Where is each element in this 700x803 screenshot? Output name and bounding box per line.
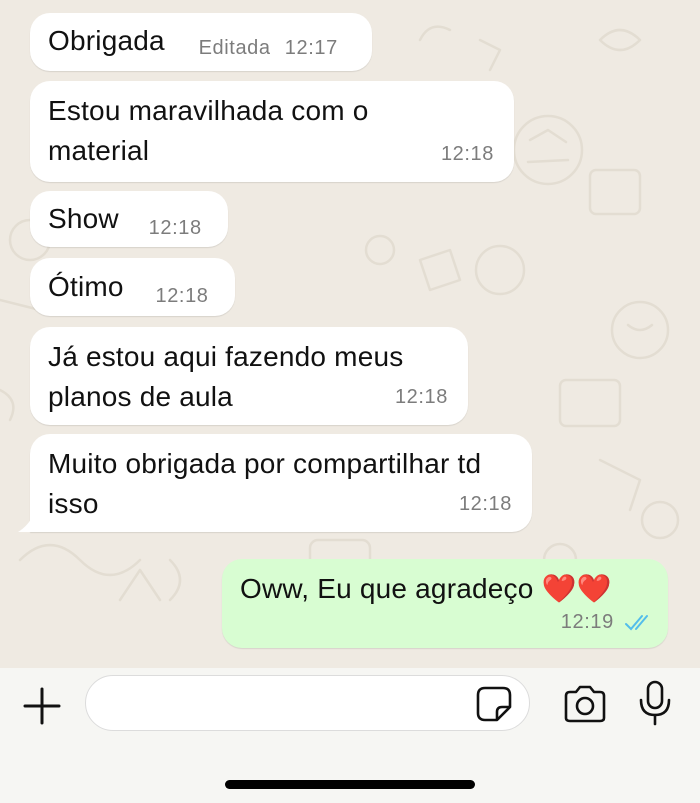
home-indicator <box>225 780 475 789</box>
incoming-message[interactable]: Já estou aqui fazendo meus planos de aul… <box>30 327 468 425</box>
message-time: 12:18 <box>458 493 512 515</box>
incoming-message[interactable]: Obrigada Editada 12:17 <box>30 13 372 71</box>
message-time: 12:18 <box>440 143 494 165</box>
message-text: Estou maravilhada com o material <box>48 95 369 166</box>
message-meta: Editada 12:17 <box>199 28 338 68</box>
bubble-tail <box>18 514 34 532</box>
camera-icon[interactable] <box>562 684 608 724</box>
incoming-message[interactable]: Ótimo 12:18 <box>30 258 235 316</box>
incoming-message[interactable]: Estou maravilhada com o material 12:18 <box>30 81 514 182</box>
message-text: Muito obrigada por compartilhar td isso <box>48 448 482 519</box>
edited-label: Editada <box>198 37 271 59</box>
message-time: 12:18 <box>394 386 448 408</box>
incoming-message[interactable]: Show 12:18 <box>30 191 228 247</box>
sticker-icon[interactable] <box>475 685 513 723</box>
message-time: 12:19 <box>560 611 614 633</box>
plus-icon[interactable] <box>22 686 62 726</box>
incoming-message[interactable]: Muito obrigada por compartilhar td isso … <box>30 434 532 532</box>
message-text: Obrigada <box>48 25 165 56</box>
message-meta: 12:19 <box>561 602 654 642</box>
message-input[interactable] <box>85 675 530 731</box>
message-text: Oww, Eu que agradeço ❤️❤️ <box>240 573 612 604</box>
message-text: Show <box>48 203 119 234</box>
message-time: 12:17 <box>284 37 338 59</box>
read-ticks-icon <box>625 614 648 631</box>
message-time: 12:18 <box>155 285 209 307</box>
message-text: Ótimo <box>48 271 124 302</box>
microphone-icon[interactable] <box>638 680 672 726</box>
message-time: 12:18 <box>148 217 202 239</box>
outgoing-message[interactable]: Oww, Eu que agradeço ❤️❤️ 12:19 <box>222 559 668 648</box>
